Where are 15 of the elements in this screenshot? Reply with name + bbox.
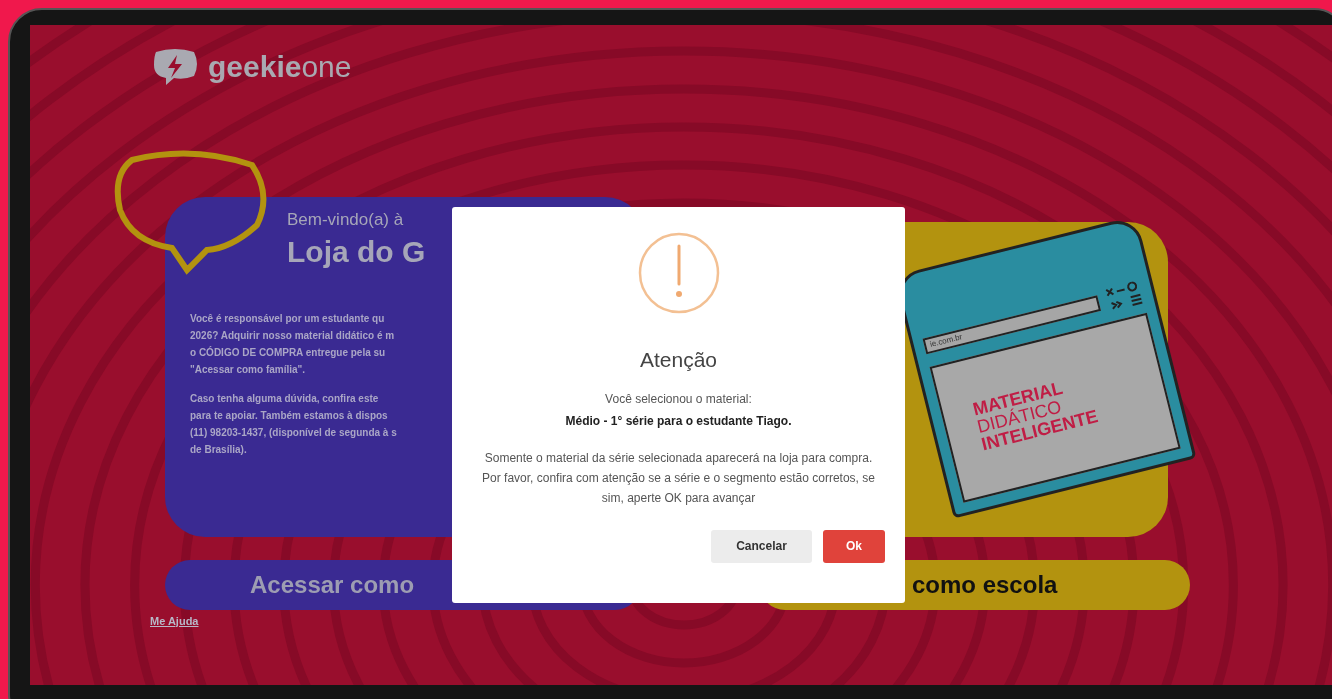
- cancel-button[interactable]: Cancelar: [711, 529, 812, 563]
- welcome-greeting: Bem-vindo(a) à: [287, 209, 405, 231]
- logo-suffix: one: [301, 52, 352, 82]
- help-link[interactable]: Me Ajuda: [150, 613, 199, 630]
- welcome-title: Loja do G: [287, 233, 427, 270]
- warning-icon: [637, 232, 720, 314]
- selected-material-text: Médio - 1° série para o estudante Tiago.: [565, 412, 792, 430]
- ok-button[interactable]: Ok: [823, 529, 885, 563]
- dialog-message: Somente o material da série selecionada aparecerá na loja para compra.: [484, 449, 873, 467]
- dialog-title: Atenção: [639, 347, 718, 373]
- welcome-paragraph: Caso tenha alguma dúvida, confira este para te apoiar. Também estamos à dispos (11) 98203-1437, (disponível de segunda à s de Brasília).: [190, 392, 397, 457]
- welcome-paragraph: Você é responsável por um estudante qu 2026? Adquirir nosso material didático é m o CÓDIGO DE COMPRA entregue pela su "Acessar como família".: [190, 312, 395, 377]
- logo-wordmark: geekie: [208, 52, 302, 82]
- dialog-intro: Você selecionou o material:: [605, 390, 752, 408]
- dialog-message: Por favor, confira com atenção se a série e o segmento estão corretos, se sim, aperte OK para avançar: [481, 469, 876, 507]
